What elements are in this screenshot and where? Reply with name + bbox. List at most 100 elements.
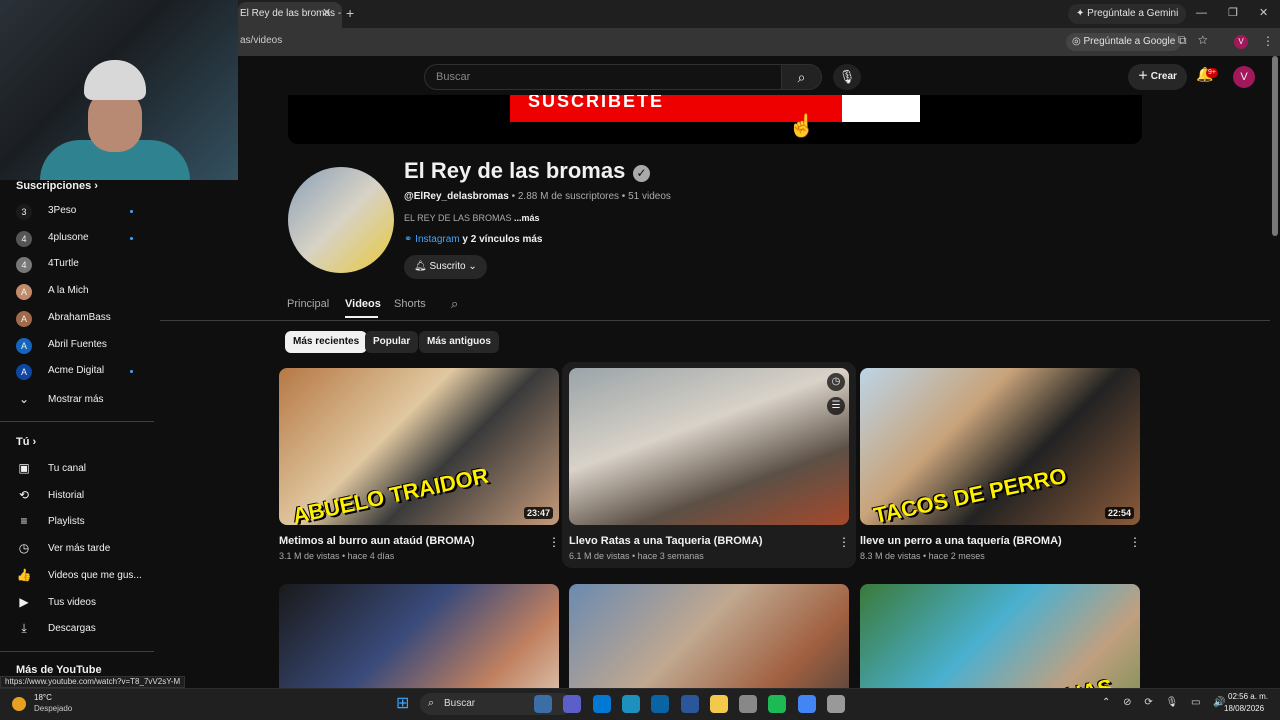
sidebar-item-you[interactable]: ≡ Playlists [16,513,156,533]
video-meta: 6.1 M de vistas • hace 3 semanas [569,551,704,561]
gemini-button[interactable]: ✦ Pregúntale a Gemini [1068,4,1187,24]
subscribed-label: Suscrito [429,261,466,272]
taskbar-app-icon[interactable] [592,695,611,713]
sidebar-item-label: Ver más tarde [48,543,111,555]
channel-name: El Rey de las bromas [404,158,626,183]
system-tray-icons[interactable]: ⌃ ⊘ ⟳ 🎙 ▭ 🔊 [1102,697,1226,708]
video-meta: 3.1 M de vistas • hace 4 días [279,551,395,561]
show-more-button[interactable]: ⌄ Mostrar más [16,391,156,411]
video-thumbnail[interactable]: TACOS DE PERRO 22:54 [860,368,1140,525]
channel-meta: @ElRey_delasbromas • 2.88 M de suscripto… [404,191,671,202]
video-title[interactable]: Metimos al burro aun ataúd (BROMA) [279,535,475,547]
more-vert-icon[interactable]: ⋮ [548,535,560,549]
sidebar-item-label: Tu canal [48,463,86,474]
channel-avatar-icon: 4 [16,257,32,274]
subscription-label: 4plusone [48,231,89,243]
taskbar-app-icon[interactable] [651,695,670,713]
browser-profile-avatar[interactable]: V [1234,35,1248,49]
clock-time[interactable]: 02:56 a. m. [1228,692,1268,701]
sidebar-item-you[interactable]: ◷ Ver más tarde [16,540,156,560]
tab-principal[interactable]: Principal [287,298,329,310]
status-url: https://www.youtube.com/watch?v=T8_7vV2s… [0,676,186,688]
description-more[interactable]: ...más [514,213,540,223]
channel-description[interactable]: EL REY DE LAS BROMAS ...más [404,213,540,223]
sidebar-item-subscription[interactable]: 4 4plusone [16,229,146,249]
new-tab-icon[interactable]: + [346,5,354,21]
close-tab-icon[interactable]: ✕ [322,6,331,19]
subscriptions-heading[interactable]: Suscripciones › [16,180,98,192]
channel-avatar-icon: A [16,284,32,301]
subscribed-button[interactable]: 🔔︎ Suscrito ⌄ [404,255,487,279]
account-avatar[interactable]: V [1233,66,1255,88]
video-title[interactable]: lleve un perro a una taquería (BROMA) [860,535,1062,547]
sidebar-item-subscription[interactable]: A Acme Digital [16,362,146,382]
chip-recent[interactable]: Más recientes [285,331,368,353]
ask-google-label: Pregúntale a Google [1083,36,1176,47]
more-vert-icon[interactable]: ⋮ [1129,535,1141,549]
video-thumbnail[interactable]: ABUELO TRAIDOR 23:47 [279,368,559,525]
webcam-person-cap [84,60,146,100]
video-title[interactable]: Llevo Ratas a una Taqueria (BROMA) [569,535,763,547]
taskbar-app-icon[interactable] [680,695,699,713]
url-text[interactable]: as/videos [240,35,282,46]
sidebar-item-you[interactable]: ⤓ Descargas [16,620,156,640]
taskbar-app-icon[interactable] [827,695,845,713]
chevron-down-icon: ⌄ [468,261,477,272]
sidebar-divider [0,651,154,652]
taskbar-app-icon[interactable] [709,695,728,713]
sidebar-item-you[interactable]: ▣ Tu canal [16,460,156,480]
more-links[interactable]: y 2 vínculos más [460,234,542,245]
channel-avatar[interactable] [288,167,394,273]
weather-condition: Despejado [34,704,73,713]
watch-later-icon[interactable]: ◷ [827,373,845,391]
subscription-label: 3Peso [48,205,77,216]
channel-avatar-icon: 3 [16,204,32,220]
browser-menu-icon[interactable]: ⋮ [1262,34,1274,48]
you-heading[interactable]: Tú › [16,436,36,448]
add-to-queue-icon[interactable]: ☰ [827,397,845,415]
sidebar-item-icon: ≡ [20,514,28,529]
create-button[interactable]: ＋ Crear [1128,64,1187,90]
clock-date[interactable]: 18/08/2026 [1224,704,1264,713]
address-bar-icons[interactable]: ⧉ ☆ [1178,33,1208,48]
taskbar-app-icon[interactable] [563,695,582,713]
sidebar-item-icon: ▶ [19,594,29,609]
gemini-label: Pregúntale a Gemini [1087,8,1179,19]
chip-oldest[interactable]: Más antiguos [419,331,499,353]
mic-button[interactable]: 🎙 [833,64,861,90]
tab-shorts[interactable]: Shorts [394,298,426,310]
taskbar-app-icon[interactable] [621,695,640,713]
sidebar-item-subscription[interactable]: 3 3Peso [16,202,146,222]
sidebar-item-subscription[interactable]: A A la Mich [16,282,146,302]
window-controls[interactable]: — ❐ ✕ [1196,6,1268,19]
channel-search-icon[interactable]: ⌕ [451,296,458,312]
taskbar-app-icon[interactable] [534,695,552,713]
chip-popular[interactable]: Popular [365,331,419,353]
tab-videos[interactable]: Videos [345,298,381,310]
weather-moon-icon[interactable] [12,697,26,711]
sidebar-item-you[interactable]: ▶ Tus videos [16,594,156,614]
channel-avatar-icon: A [16,364,32,381]
channel-avatar-icon: A [16,337,32,354]
search-input[interactable]: Buscar [424,64,782,90]
taskbar-app-icon[interactable] [739,695,758,713]
instagram-link[interactable]: Instagram [415,234,459,245]
ask-google-button[interactable]: ◎ Pregúntale a Google [1066,33,1182,51]
windows-start-icon[interactable]: ⊞ [396,696,412,712]
sidebar-item-label: Tus videos [48,596,96,608]
sidebar-item-subscription[interactable]: A Abril Fuentes [16,336,146,356]
banner-text: SUSCRÍBETE [528,95,665,111]
webcam-overlay [0,0,238,180]
video-thumbnail[interactable] [569,368,849,525]
channel-links[interactable]: ⚭ Instagram y 2 vínculos más [404,234,542,245]
taskbar-app-icon[interactable] [768,695,787,713]
sidebar-item-you[interactable]: ⟲ Historial [16,487,156,507]
scrollbar[interactable] [1272,56,1278,236]
sidebar-item-you[interactable]: 👍 Videos que me gus... [16,567,156,587]
more-vert-icon[interactable]: ⋮ [838,535,850,549]
search-button[interactable]: ⌕ [782,64,822,90]
sidebar-item-subscription[interactable]: 4 4Turtle [16,255,146,275]
notification-badge: 9+ [1206,68,1218,78]
taskbar-app-icon[interactable] [797,695,816,713]
sidebar-item-subscription[interactable]: A AbrahamBass [16,309,146,329]
